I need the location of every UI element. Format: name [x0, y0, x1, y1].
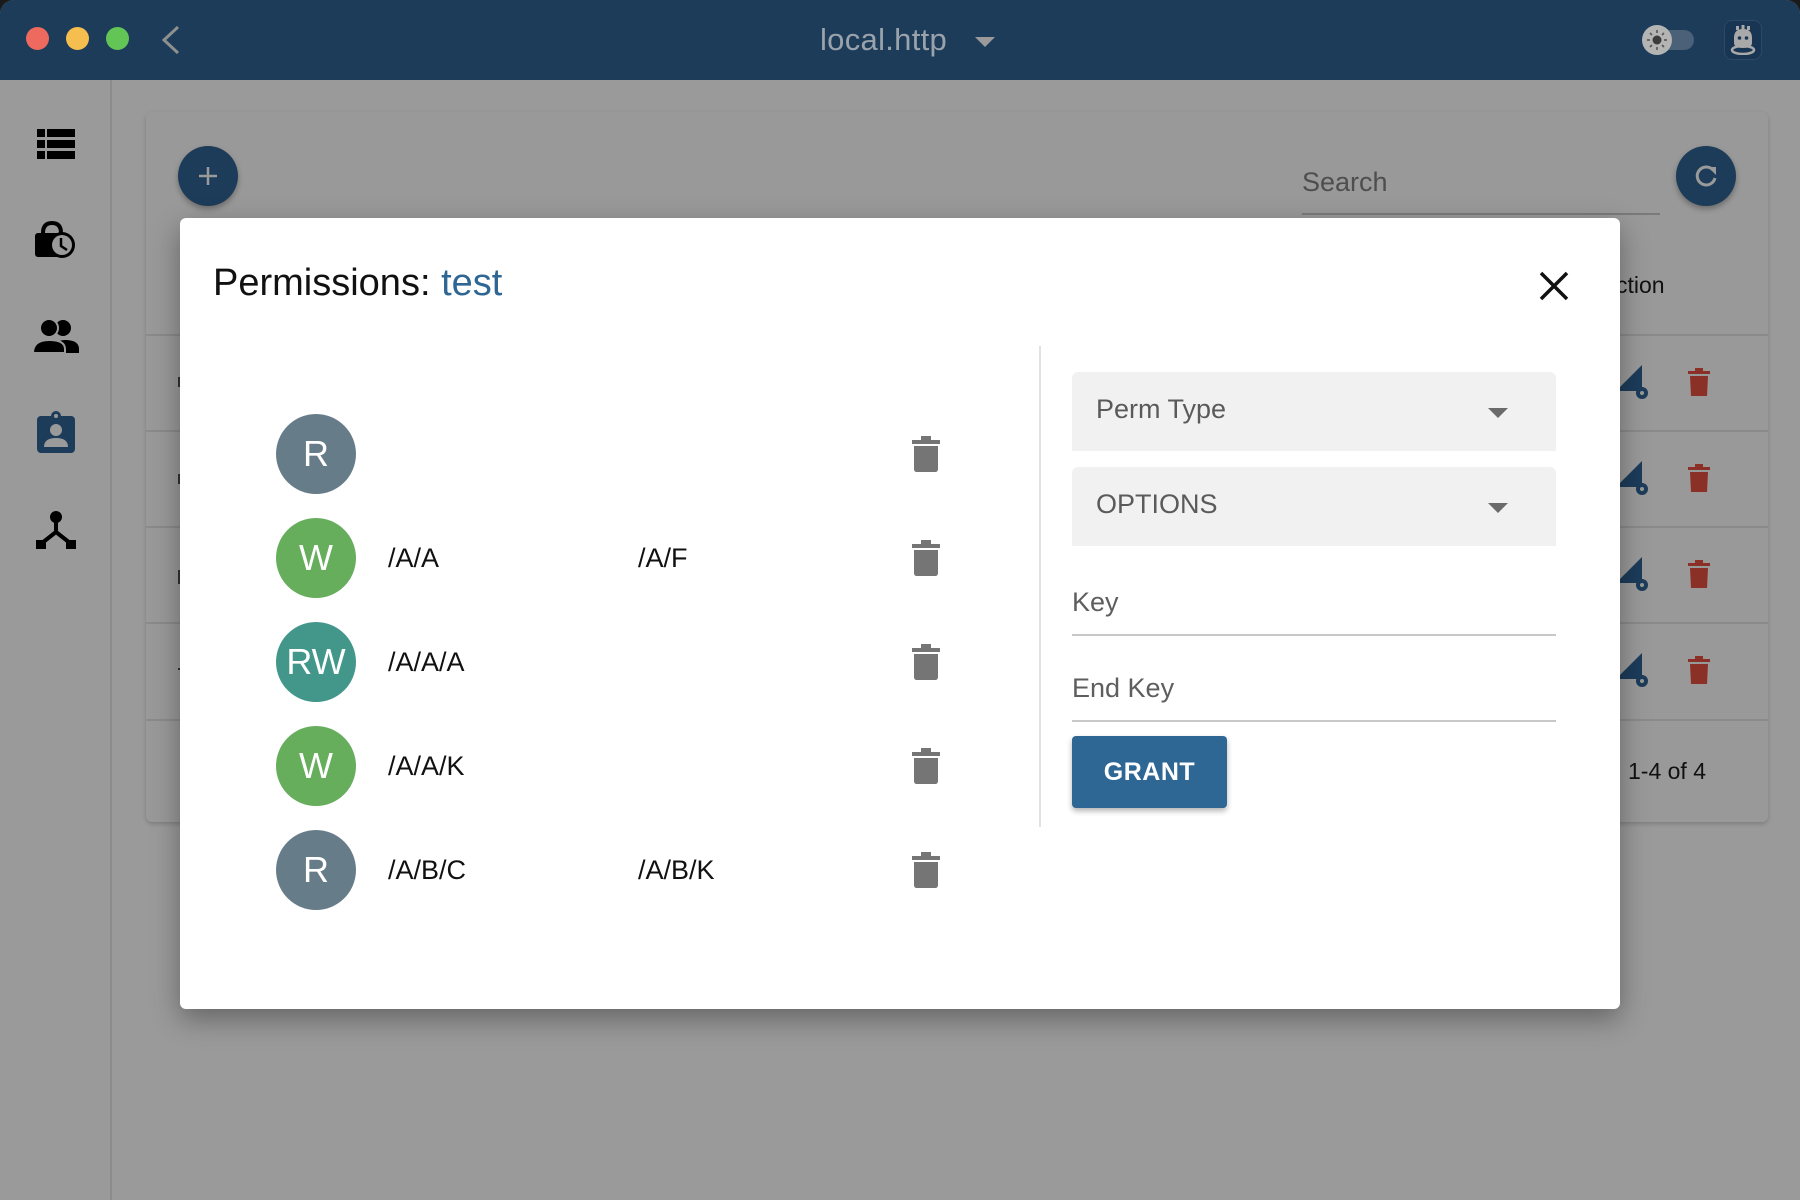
action-column-header: ction	[1616, 272, 1665, 298]
panel-divider	[1039, 346, 1041, 827]
sun-icon	[1647, 30, 1667, 50]
dialog-title: Permissions: test	[213, 262, 502, 305]
theme-toggle[interactable]	[1642, 22, 1696, 58]
close-window-button[interactable]	[26, 27, 49, 50]
table-row	[1616, 554, 1746, 594]
table-row	[1616, 650, 1746, 690]
close-icon	[1539, 271, 1569, 301]
maximize-window-button[interactable]	[106, 27, 129, 50]
delete-role-icon[interactable]	[1688, 560, 1710, 588]
revoke-permission-button[interactable]	[906, 432, 946, 476]
key-field[interactable]	[1072, 556, 1556, 636]
permission-item: R /A/B/C /A/B/K	[276, 818, 1036, 922]
delete-role-icon[interactable]	[1688, 656, 1710, 684]
perm-type-badge: RW	[276, 622, 356, 702]
edit-permissions-icon[interactable]	[1616, 461, 1650, 495]
grant-permission-form: Perm Type OPTIONS GRANT	[1072, 372, 1556, 808]
search-field[interactable]	[1302, 152, 1660, 215]
caret-down-icon	[1488, 503, 1508, 513]
trash-icon	[912, 852, 940, 888]
end-key-field[interactable]	[1072, 642, 1556, 722]
pagination-text: 1-4 of 4	[1628, 758, 1706, 784]
perm-type-badge: W	[276, 518, 356, 598]
sidebar-item-roles[interactable]	[30, 406, 82, 458]
caret-down-icon	[975, 37, 996, 47]
permission-list: R W /A/A /A/F RW /A/A/A W /A/A/K R /A/B/…	[276, 402, 1036, 922]
permission-item: R	[276, 402, 1036, 506]
delete-role-icon[interactable]	[1688, 464, 1710, 492]
close-dialog-button[interactable]	[1536, 268, 1572, 304]
perm-type-select[interactable]: Perm Type	[1072, 372, 1556, 451]
robot-avatar-icon	[1730, 25, 1756, 55]
account-button[interactable]	[1724, 20, 1762, 60]
trash-icon	[912, 436, 940, 472]
dialog-title-prefix: Permissions:	[213, 262, 442, 304]
back-button[interactable]	[156, 24, 186, 56]
chevron-left-icon	[161, 25, 180, 55]
role-name: test	[441, 262, 503, 304]
sidebar-item-collections[interactable]	[30, 118, 82, 170]
edit-permissions-icon[interactable]	[1616, 557, 1650, 591]
trash-icon	[912, 540, 940, 576]
revoke-permission-button[interactable]	[906, 848, 946, 892]
perm-end-key: /A/F	[638, 542, 688, 573]
connection-title: local.http	[820, 22, 948, 57]
perm-type-badge: R	[276, 830, 356, 910]
revoke-permission-button[interactable]	[906, 536, 946, 580]
key-input[interactable]	[1072, 556, 1556, 634]
list-icon	[37, 129, 75, 159]
permission-item: RW /A/A/A	[276, 610, 1036, 714]
app-window: local.http Search ction 1-4 of 4 Permiss…	[0, 0, 1800, 1200]
connection-selector[interactable]: local.http	[820, 18, 996, 62]
edit-permissions-icon[interactable]	[1616, 365, 1650, 399]
plus-icon	[199, 167, 217, 185]
perm-key: /A/B/C	[388, 854, 467, 885]
refresh-icon	[1695, 165, 1717, 187]
search-input[interactable]	[1302, 152, 1660, 213]
sidebar-item-leases[interactable]	[30, 214, 82, 266]
perm-key: /A/A	[388, 542, 440, 573]
options-select[interactable]: OPTIONS	[1072, 467, 1556, 546]
end-key-input[interactable]	[1072, 642, 1556, 720]
add-role-button[interactable]	[178, 146, 238, 206]
refresh-button[interactable]	[1676, 146, 1736, 206]
perm-type-label: Perm Type	[1096, 394, 1227, 424]
title-bar: local.http	[0, 0, 1800, 80]
people-icon	[33, 319, 79, 353]
caret-down-icon	[1488, 408, 1508, 418]
delete-role-icon[interactable]	[1688, 368, 1710, 396]
revoke-permission-button[interactable]	[906, 640, 946, 684]
minimize-window-button[interactable]	[66, 27, 89, 50]
lock-clock-icon	[35, 220, 75, 258]
network-icon	[36, 511, 76, 549]
permissions-dialog: Permissions: test R W /A/A /A/F RW /A/A/…	[180, 218, 1620, 1009]
perm-key: /A/A/K	[388, 750, 465, 781]
edit-permissions-icon[interactable]	[1616, 653, 1650, 687]
perm-end-key: /A/B/K	[638, 854, 715, 885]
trash-icon	[912, 644, 940, 680]
revoke-permission-button[interactable]	[906, 744, 946, 788]
toggle-thumb	[1642, 25, 1672, 55]
sidebar-item-users[interactable]	[30, 310, 82, 362]
sidebar-item-cluster[interactable]	[30, 504, 82, 556]
table-row	[1616, 362, 1746, 402]
permission-item: W /A/A/K	[276, 714, 1036, 818]
grant-button[interactable]: GRANT	[1072, 736, 1227, 808]
permission-item: W /A/A /A/F	[276, 506, 1036, 610]
trash-icon	[912, 748, 940, 784]
options-label: OPTIONS	[1096, 489, 1218, 519]
sidebar	[0, 80, 112, 1200]
perm-type-badge: W	[276, 726, 356, 806]
perm-type-badge: R	[276, 414, 356, 494]
table-row	[1616, 458, 1746, 498]
perm-key: /A/A/A	[388, 646, 465, 677]
badge-icon	[37, 411, 75, 453]
